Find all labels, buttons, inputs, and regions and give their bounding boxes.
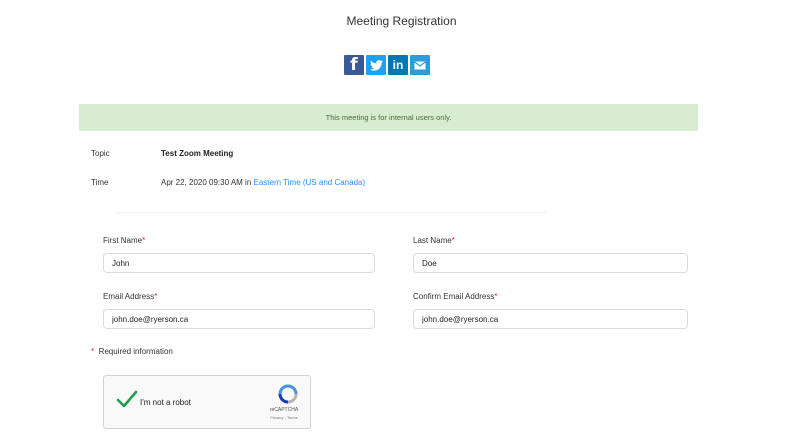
timezone-link[interactable]: Eastern Time (US and Canada) (254, 178, 366, 187)
required-star: * (451, 236, 455, 245)
required-info-note: * Required information (91, 347, 173, 356)
internal-users-banner: This meeting is for internal users only. (79, 104, 698, 131)
first-name-label: First Name* (103, 236, 145, 245)
required-star: * (494, 292, 498, 301)
confirm-email-input[interactable] (413, 309, 688, 329)
facebook-share-button[interactable]: f (344, 55, 364, 75)
not-a-robot-label: I'm not a robot (140, 398, 191, 407)
email-share-button[interactable] (410, 55, 430, 75)
recaptcha-brand: reCAPTCHA (269, 407, 299, 413)
recaptcha-widget: I'm not a robot reCAPTCHA Privacy - Term… (103, 375, 311, 429)
page-title: Meeting Registration (346, 14, 457, 28)
required-star: * (91, 347, 95, 356)
required-star: * (142, 236, 146, 245)
twitter-icon (369, 59, 383, 71)
recaptcha-terms-link[interactable]: Privacy - Terms (264, 415, 304, 420)
required-note-text: Required information (98, 347, 173, 356)
banner-text: This meeting is for internal users only. (325, 113, 452, 122)
first-name-label-text: First Name (103, 236, 143, 245)
last-name-label: Last Name* (413, 236, 455, 245)
divider (116, 212, 546, 213)
email-label: Email Address* (103, 292, 157, 301)
share-bar: f in (344, 55, 430, 75)
confirm-email-label-text: Confirm Email Address (413, 292, 495, 301)
twitter-share-button[interactable] (366, 55, 386, 75)
first-name-input[interactable] (103, 253, 375, 273)
linkedin-icon: in (392, 58, 404, 72)
envelope-icon (414, 60, 426, 69)
email-input[interactable] (103, 309, 375, 329)
email-label-text: Email Address (103, 292, 155, 301)
topic-value: Test Zoom Meeting (161, 149, 234, 158)
facebook-icon: f (350, 55, 358, 75)
checkmark-icon[interactable] (116, 389, 138, 409)
time-label: Time (91, 178, 109, 187)
linkedin-share-button[interactable]: in (388, 55, 408, 75)
last-name-input[interactable] (413, 253, 688, 273)
confirm-email-label: Confirm Email Address* (413, 292, 497, 301)
last-name-label-text: Last Name (413, 236, 452, 245)
meeting-datetime: Apr 22, 2020 09:30 AM in (161, 178, 254, 187)
recaptcha-logo-icon (278, 384, 298, 404)
time-value: Apr 22, 2020 09:30 AM in Eastern Time (U… (161, 178, 365, 187)
required-star: * (154, 292, 158, 301)
topic-label: Topic (91, 149, 110, 158)
